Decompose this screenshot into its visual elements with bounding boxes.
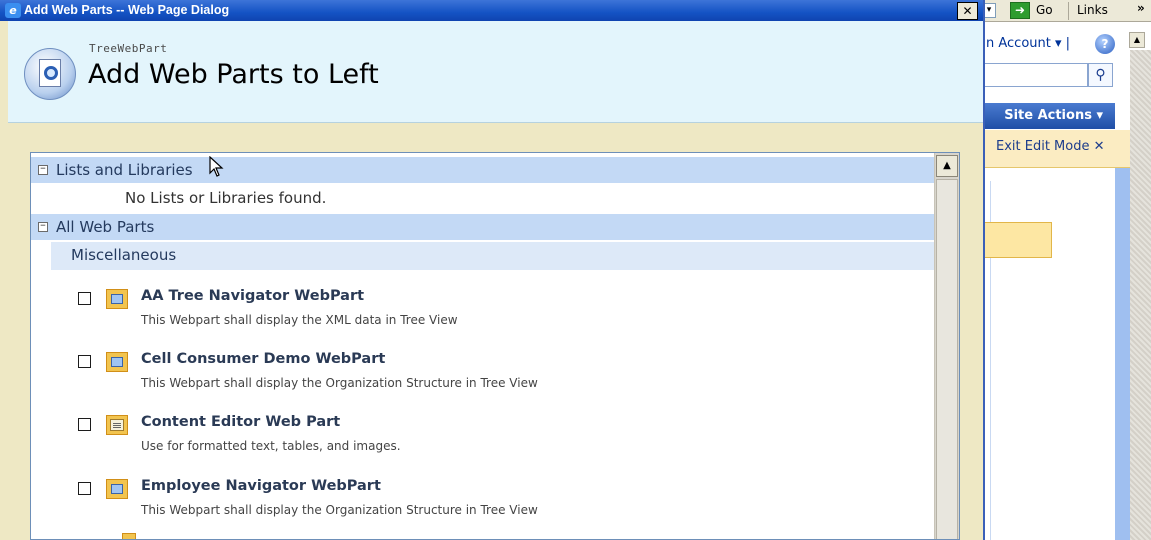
web-parts-list: − Lists and Libraries No Lists or Librar… <box>30 152 960 540</box>
page-scroll-up-button[interactable]: ▲ <box>1129 32 1145 48</box>
list-scrollbar[interactable]: ▲ <box>934 153 959 539</box>
web-part-description: This Webpart shall display the Organizat… <box>141 376 538 390</box>
site-search-input[interactable] <box>980 63 1088 87</box>
exit-edit-mode-link[interactable]: Exit Edit Mode ✕ <box>996 139 1105 154</box>
toolbar-overflow-chevron[interactable]: » <box>1137 1 1145 15</box>
collapse-toggle-icon[interactable]: − <box>38 165 48 175</box>
web-part-title: AA Tree Navigator WebPart <box>141 288 365 304</box>
group-label[interactable]: Lists and Libraries <box>56 161 193 179</box>
page-right-rail <box>1115 168 1130 540</box>
web-part-item: AA Tree Navigator WebPart This Webpart s… <box>31 285 934 345</box>
scroll-up-button[interactable]: ▲ <box>936 155 958 177</box>
web-part-checkbox[interactable] <box>78 292 91 305</box>
web-part-title: Content Editor Web Part <box>141 414 341 430</box>
dialog-title-bar[interactable]: e Add Web Parts -- Web Page Dialog ✕ <box>0 0 983 21</box>
add-web-parts-dialog: e Add Web Parts -- Web Page Dialog ✕ Tre… <box>0 0 985 540</box>
web-part-checkbox[interactable] <box>78 355 91 368</box>
empty-message: No Lists or Libraries found. <box>125 189 327 207</box>
web-part-title: Employee Navigator WebPart <box>141 478 381 494</box>
search-icon[interactable]: ⚲ <box>1088 63 1113 87</box>
magnifier-icon <box>44 66 58 80</box>
category-label: Miscellaneous <box>71 246 177 264</box>
collapse-toggle-icon[interactable]: − <box>38 222 48 232</box>
webpart-icon <box>106 289 128 309</box>
category-header-miscellaneous: Miscellaneous <box>51 242 934 270</box>
site-actions-menu[interactable]: Site Actions ▾ <box>980 103 1115 129</box>
empty-message-row: No Lists or Libraries found. <box>31 186 934 213</box>
toolbar-divider <box>1068 2 1069 20</box>
scroll-thumb[interactable] <box>936 179 958 539</box>
mouse-cursor-icon <box>209 156 224 177</box>
dialog-title: Add Web Parts -- Web Page Dialog <box>24 3 230 17</box>
group-header-lists-and-libraries[interactable]: − Lists and Libraries <box>31 157 934 184</box>
account-menu[interactable]: n Account ▾ | <box>986 36 1070 51</box>
partial-web-part-icon <box>122 533 136 539</box>
webpart-icon <box>106 352 128 372</box>
web-part-description: This Webpart shall display the XML data … <box>141 313 458 327</box>
web-part-item: Content Editor Web Part Use for formatte… <box>31 411 934 471</box>
web-part-name: TreeWebPart <box>89 42 168 55</box>
web-part-title: Cell Consumer Demo WebPart <box>141 351 386 367</box>
web-part-description: This Webpart shall display the Organizat… <box>141 503 538 517</box>
group-header-all-web-parts[interactable]: − All Web Parts <box>31 214 934 241</box>
web-part-item: Employee Navigator WebPart This Webpart … <box>31 475 934 535</box>
web-part-description: Use for formatted text, tables, and imag… <box>141 439 401 453</box>
content-editor-icon <box>106 415 128 435</box>
group-label[interactable]: All Web Parts <box>56 218 154 236</box>
web-part-item: Cell Consumer Demo WebPart This Webpart … <box>31 348 934 408</box>
page-scrollbar[interactable] <box>1130 50 1151 540</box>
browser-toolbar <box>980 0 1151 22</box>
help-icon[interactable]: ? <box>1095 34 1115 54</box>
internet-explorer-icon: e <box>5 3 21 18</box>
go-button-label[interactable]: Go <box>1036 3 1053 17</box>
web-part-zone <box>980 222 1052 258</box>
web-part-checkbox[interactable] <box>78 418 91 431</box>
page-title: Add Web Parts to Left <box>88 59 379 90</box>
go-arrow-icon[interactable]: ➜ <box>1010 2 1030 19</box>
web-part-checkbox[interactable] <box>78 482 91 495</box>
close-button[interactable]: ✕ <box>957 2 978 20</box>
webpart-icon <box>106 479 128 499</box>
links-button[interactable]: Links <box>1077 3 1108 17</box>
